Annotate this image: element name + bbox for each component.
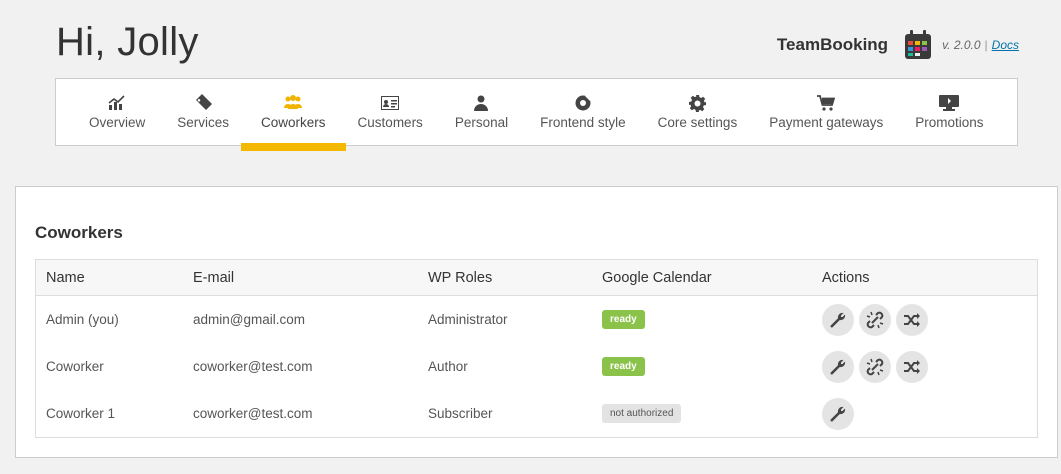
palette-icon: [573, 93, 593, 113]
tab-payment-gateways[interactable]: Payment gateways: [753, 79, 899, 145]
transfer-button[interactable]: [896, 350, 928, 383]
tab-label: Payment gateways: [769, 115, 884, 130]
wrench-icon: [830, 406, 846, 422]
tab-promotions[interactable]: Promotions: [899, 79, 999, 145]
tab-customers[interactable]: Customers: [342, 79, 439, 145]
settings-button[interactable]: [822, 350, 854, 383]
unlink-icon: [866, 311, 884, 328]
column-header-email: E-mail: [193, 269, 235, 286]
calendar-status-badge: ready: [602, 310, 645, 329]
gear-icon: [687, 93, 707, 113]
panel-title: Coworkers: [35, 223, 123, 242]
main-tabs: Overview Services Coworkers Customers Pe…: [55, 78, 1018, 151]
unlink-button[interactable]: [859, 350, 891, 383]
tab-label: Customers: [357, 115, 423, 130]
settings-button[interactable]: [822, 397, 854, 430]
unlink-button[interactable]: [859, 303, 891, 336]
wrench-icon: [830, 359, 846, 375]
shuffle-icon: [904, 312, 920, 327]
id-card-icon: [380, 93, 400, 113]
tab-frontend-style[interactable]: Frontend style: [524, 79, 642, 145]
tab-label: Personal: [454, 115, 509, 130]
users-icon: [283, 93, 303, 113]
tab-label: Promotions: [915, 115, 984, 130]
table-header: Name E-mail WP Roles Google Calendar Act…: [36, 260, 1037, 296]
greeting-title: Hi, Jolly: [56, 20, 199, 64]
table-row: Admin (you) admin@gmail.com Administrato…: [36, 296, 1037, 343]
calendar-status-badge: ready: [602, 357, 645, 376]
coworker-name: Coworker 1: [46, 406, 116, 421]
transfer-button[interactable]: [896, 303, 928, 336]
coworker-role: Author: [428, 359, 468, 374]
column-header-roles: WP Roles: [428, 269, 493, 286]
promo-icon: [939, 93, 960, 113]
calendar-logo-icon: [904, 30, 932, 60]
column-header-calendar: Google Calendar: [602, 269, 712, 286]
brand-area: TeamBooking v. 2.0.0 | Docs: [777, 30, 1019, 60]
tab-services[interactable]: Services: [161, 79, 245, 145]
version-separator: |: [984, 38, 988, 52]
cart-icon: [816, 93, 836, 113]
tab-label: Overview: [89, 115, 146, 130]
coworker-email: coworker@test.com: [193, 406, 313, 421]
tab-overview[interactable]: Overview: [73, 79, 161, 145]
brand-name: TeamBooking: [776, 35, 889, 54]
column-header-actions: Actions: [822, 269, 870, 286]
version-text: v. 2.0.0: [942, 38, 981, 52]
settings-button[interactable]: [822, 303, 854, 336]
coworker-email: admin@gmail.com: [193, 312, 305, 327]
coworker-role: Administrator: [428, 312, 508, 327]
chart-icon: [107, 93, 127, 113]
coworker-name: Admin (you): [46, 312, 119, 327]
tab-coworkers[interactable]: Coworkers: [241, 79, 346, 151]
shuffle-icon: [904, 359, 920, 374]
tab-core-settings[interactable]: Core settings: [642, 79, 754, 145]
column-header-name: Name: [46, 269, 85, 286]
tab-label: Core settings: [657, 115, 738, 130]
coworkers-table: Name E-mail WP Roles Google Calendar Act…: [35, 259, 1038, 438]
table-row: Coworker coworker@test.com Author ready: [36, 343, 1037, 390]
coworker-name: Coworker: [46, 359, 104, 374]
unlink-icon: [866, 358, 884, 375]
wrench-icon: [830, 312, 846, 328]
user-icon: [471, 93, 491, 113]
table-row: Coworker 1 coworker@test.com Subscriber …: [36, 390, 1037, 437]
docs-link[interactable]: Docs: [992, 38, 1019, 52]
tab-personal[interactable]: Personal: [439, 79, 524, 145]
tab-label: Frontend style: [540, 115, 626, 130]
coworker-role: Subscriber: [428, 406, 493, 421]
tab-label: Coworkers: [261, 115, 326, 130]
tab-label: Services: [177, 115, 230, 130]
calendar-status-badge: not authorized: [602, 404, 682, 423]
coworker-email: coworker@test.com: [193, 359, 313, 374]
tag-icon: [193, 93, 213, 113]
coworkers-panel: Coworkers Name E-mail WP Roles Google Ca…: [15, 186, 1058, 458]
